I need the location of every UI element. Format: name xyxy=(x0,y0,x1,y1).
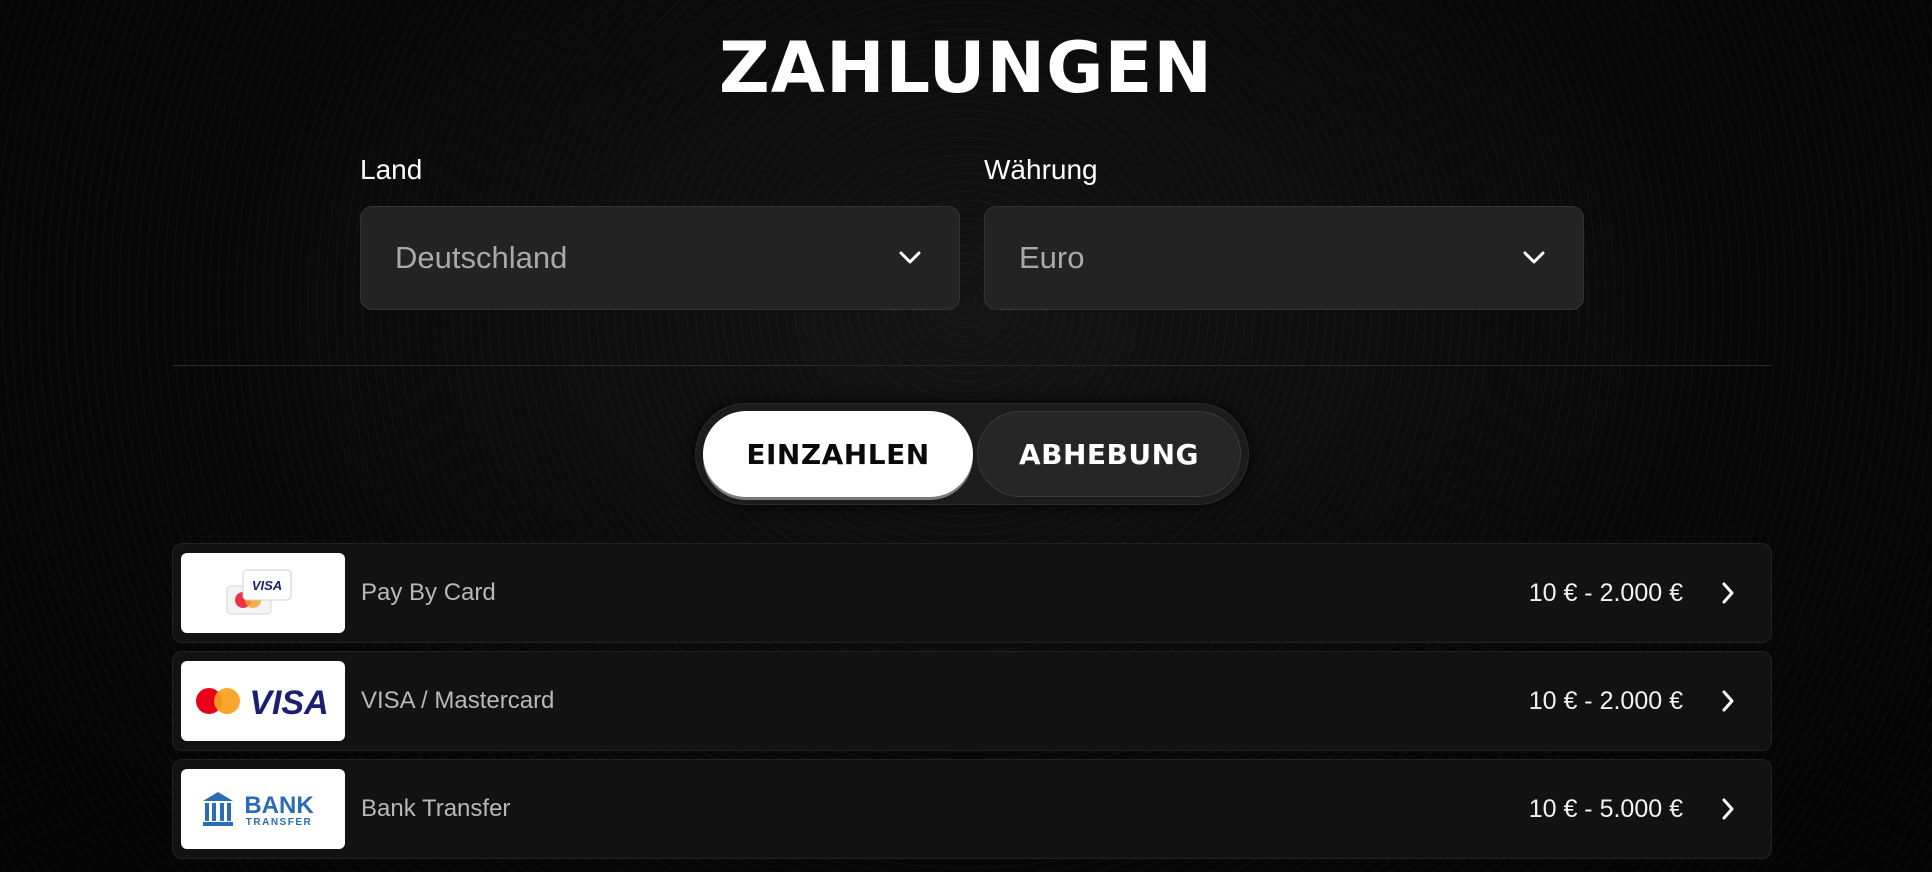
country-label: Land xyxy=(360,154,423,185)
visa-mastercard-logo: VISA xyxy=(181,661,345,741)
visa-logo-text: VISA xyxy=(249,684,328,721)
payment-method-visa-mastercard[interactable]: VISA VISA / Mastercard 10 € - 2.000 € xyxy=(172,651,1772,751)
currency-field: Währung Euro xyxy=(984,154,1584,310)
deposit-withdraw-toggle: EINZAHLEN ABHEBUNG xyxy=(695,403,1249,505)
currency-select[interactable]: Euro xyxy=(984,206,1584,310)
currency-label: Währung xyxy=(984,154,1098,185)
payment-method-range: 10 € - 5.000 € xyxy=(1528,794,1683,823)
payment-method-range: 10 € - 2.000 € xyxy=(1528,578,1683,607)
payment-method-name: VISA / Mastercard xyxy=(361,687,555,714)
payment-methods-list: VISA Pay By Card 10 € - 2.000 € VISA VIS… xyxy=(172,543,1772,867)
tab-withdrawal[interactable]: ABHEBUNG xyxy=(977,411,1241,497)
page-title: ZAHLUNGEN xyxy=(719,27,1213,109)
tab-deposit[interactable]: EINZAHLEN xyxy=(703,411,973,497)
card-stack-logo: VISA xyxy=(181,553,345,633)
country-select-value: Deutschland xyxy=(395,240,568,275)
payment-method-name: Pay By Card xyxy=(361,579,496,606)
payment-method-name: Bank Transfer xyxy=(361,795,511,822)
bank-logo-text: BANK xyxy=(244,792,314,819)
payment-method-range: 10 € - 2.000 € xyxy=(1528,686,1683,715)
svg-text:VISA: VISA xyxy=(252,578,282,593)
payments-page: ZAHLUNGEN Land Deutschland Währung Euro … xyxy=(0,0,1932,872)
chevron-right-icon xyxy=(1713,686,1743,716)
payment-method-pay-by-card[interactable]: VISA Pay By Card 10 € - 2.000 € xyxy=(172,543,1772,643)
chevron-right-icon xyxy=(1713,794,1743,824)
chevron-down-icon xyxy=(895,243,925,273)
payment-method-bank-transfer[interactable]: BANK TRANSFER Bank Transfer 10 € - 5.000… xyxy=(172,759,1772,859)
bank-transfer-logo: BANK TRANSFER xyxy=(181,769,345,849)
chevron-right-icon xyxy=(1713,578,1743,608)
currency-select-value: Euro xyxy=(1019,240,1085,275)
chevron-down-icon xyxy=(1519,243,1549,273)
bank-logo-subtext: TRANSFER xyxy=(246,817,312,828)
section-divider xyxy=(172,365,1772,366)
country-field: Land Deutschland xyxy=(360,154,960,310)
country-select[interactable]: Deutschland xyxy=(360,206,960,310)
